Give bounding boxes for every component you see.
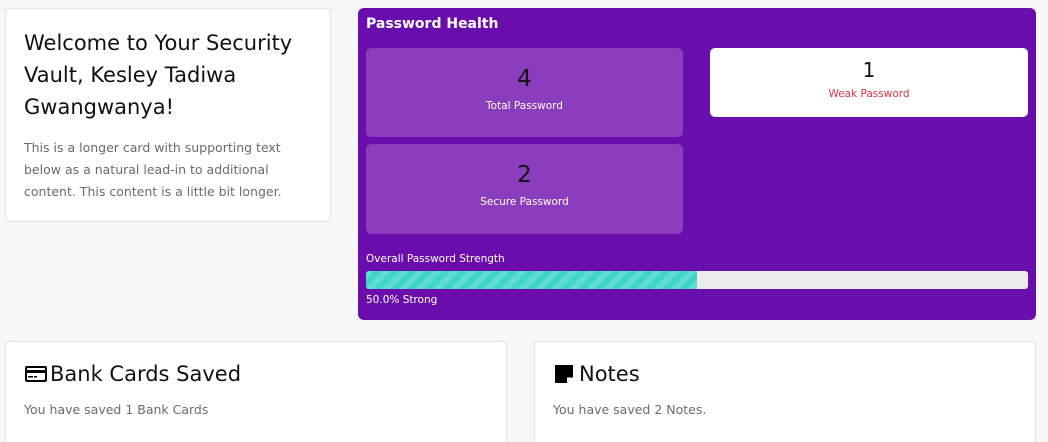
- secure-password-label: Secure Password: [480, 196, 569, 208]
- strength-progress-bar: [366, 271, 1028, 289]
- secure-password-count: 2: [517, 162, 532, 188]
- credit-card-icon: [24, 364, 48, 384]
- password-health-panel: Password Health 4 Total Password 1 Weak …: [358, 8, 1036, 320]
- welcome-text: This is a longer card with supporting te…: [24, 140, 282, 199]
- notes-card: Notes You have saved 2 Notes.: [534, 341, 1036, 442]
- welcome-title: Welcome to Your Security Vault, Kesley T…: [24, 31, 293, 119]
- weak-password-label: Weak Password: [828, 88, 910, 100]
- notes-text: You have saved 2 Notes.: [553, 402, 707, 417]
- total-password-stat: 4 Total Password: [366, 48, 683, 137]
- strength-label: Overall Password Strength: [366, 253, 505, 265]
- notes-title: Notes: [579, 362, 640, 386]
- weak-password-stat: 1 Weak Password: [710, 48, 1028, 117]
- welcome-card: Welcome to Your Security Vault, Kesley T…: [5, 8, 331, 222]
- total-password-label: Total Password: [486, 100, 563, 112]
- total-password-count: 4: [517, 66, 532, 92]
- weak-password-count: 1: [862, 58, 876, 82]
- strength-text: 50.0% Strong: [366, 294, 438, 306]
- strength-progress-fill: [366, 271, 697, 289]
- secure-password-stat: 2 Secure Password: [366, 144, 683, 234]
- password-health-title: Password Health: [366, 16, 499, 32]
- bank-cards-text: You have saved 1 Bank Cards: [24, 402, 209, 417]
- sticky-note-icon: [553, 364, 577, 384]
- bank-cards-title: Bank Cards Saved: [50, 362, 242, 386]
- bank-cards-card: Bank Cards Saved You have saved 1 Bank C…: [5, 341, 507, 442]
